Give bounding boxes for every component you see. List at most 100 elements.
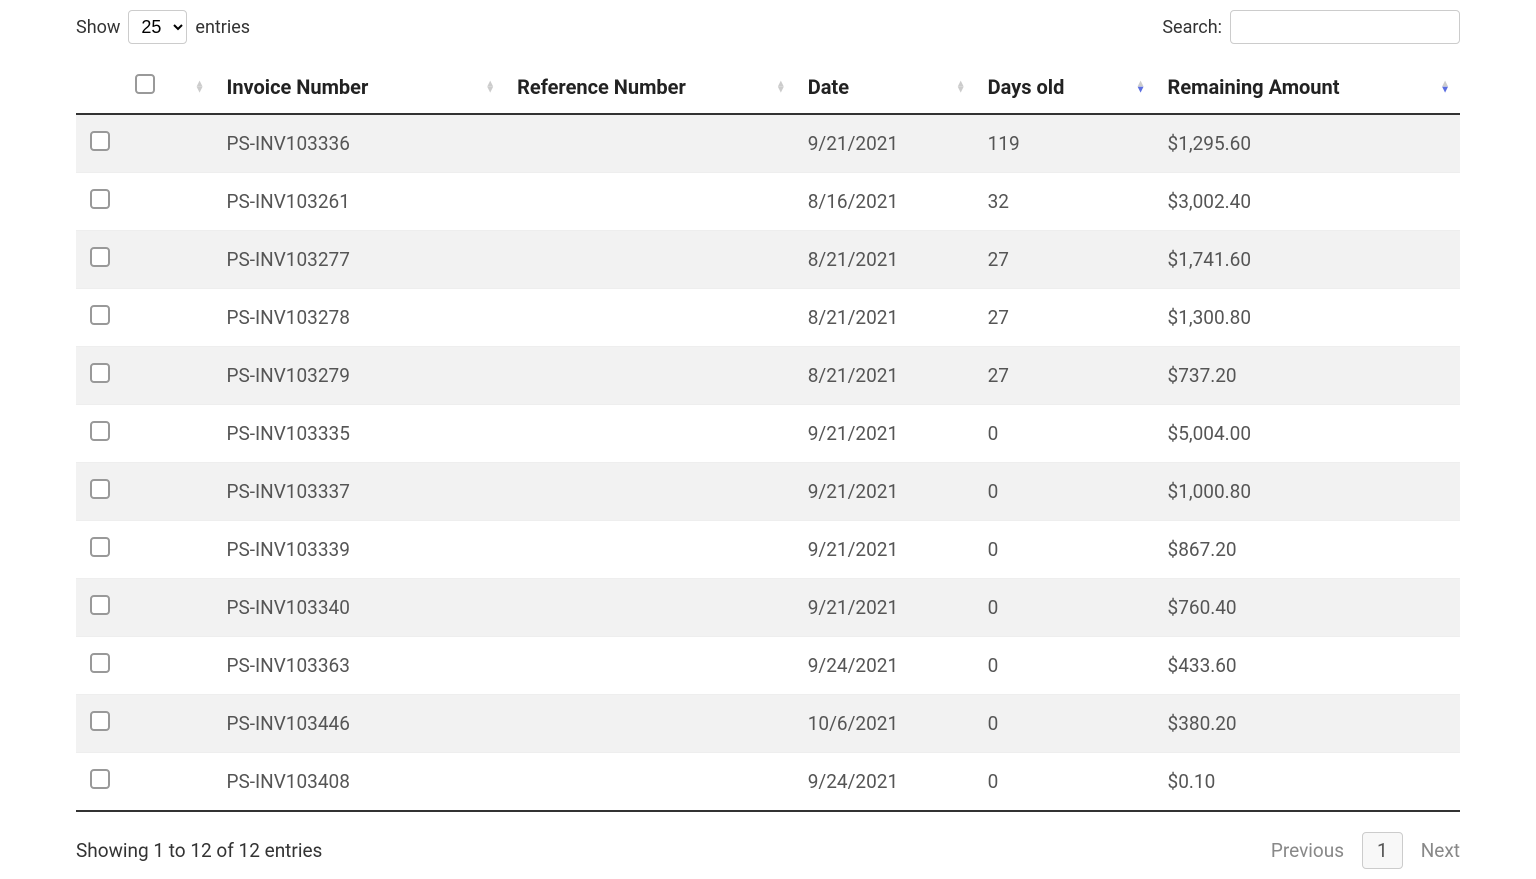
cell-reference-number	[505, 231, 796, 289]
table-row: PS-INV103337 9/21/20210$1,000.80	[76, 463, 1460, 521]
cell-reference-number	[505, 579, 796, 637]
length-control: Show 25 entries	[76, 10, 250, 44]
table-footer: Showing 1 to 12 of 12 entries Previous 1…	[76, 832, 1460, 869]
row-select-cell	[76, 579, 214, 637]
cell-remaining-amount: $1,300.80	[1156, 289, 1460, 347]
row-select-cell	[76, 347, 214, 405]
cell-days-old: 27	[976, 231, 1156, 289]
table-row: PS-INV103336 9/21/2021119$1,295.60	[76, 114, 1460, 173]
table-info: Showing 1 to 12 of 12 entries	[76, 839, 322, 862]
row-select-checkbox[interactable]	[90, 131, 110, 151]
column-remaining-amount[interactable]: Remaining Amount ▲▼	[1156, 60, 1460, 114]
row-select-cell	[76, 753, 214, 812]
row-select-cell	[76, 405, 214, 463]
page-size-select[interactable]: 25	[128, 10, 187, 44]
cell-invoice-number: PS-INV103337	[214, 463, 505, 521]
column-reference-number[interactable]: Reference Number ▲▼	[505, 60, 796, 114]
cell-remaining-amount: $0.10	[1156, 753, 1460, 812]
cell-reference-number	[505, 114, 796, 173]
cell-invoice-number: PS-INV103363	[214, 637, 505, 695]
table-header-row: ▲▼ Invoice Number ▲▼ Reference Number ▲▼…	[76, 60, 1460, 114]
cell-date: 8/21/2021	[796, 231, 976, 289]
table-row: PS-INV1033639/24/20210$433.60	[76, 637, 1460, 695]
cell-date: 9/21/2021	[796, 521, 976, 579]
row-select-checkbox[interactable]	[90, 595, 110, 615]
cell-days-old: 0	[976, 579, 1156, 637]
cell-invoice-number: PS-INV103408	[214, 753, 505, 812]
cell-reference-number	[505, 463, 796, 521]
table-controls: Show 25 entries Search:	[76, 10, 1460, 44]
table-row: PS-INV103335 9/21/20210$5,004.00	[76, 405, 1460, 463]
cell-date: 9/21/2021	[796, 463, 976, 521]
pagination: Previous 1 Next	[1271, 832, 1460, 869]
cell-date: 9/21/2021	[796, 114, 976, 173]
row-select-cell	[76, 114, 214, 173]
table-row: PS-INV1033409/21/20210$760.40	[76, 579, 1460, 637]
cell-invoice-number: PS-INV103278	[214, 289, 505, 347]
table-row: PS-INV1032798/21/202127$737.20	[76, 347, 1460, 405]
row-select-checkbox[interactable]	[90, 305, 110, 325]
cell-reference-number	[505, 695, 796, 753]
cell-date: 8/16/2021	[796, 173, 976, 231]
column-select-all: ▲▼	[76, 60, 214, 114]
cell-days-old: 0	[976, 405, 1156, 463]
cell-invoice-number: PS-INV103261	[214, 173, 505, 231]
row-select-checkbox[interactable]	[90, 363, 110, 383]
next-button[interactable]: Next	[1421, 839, 1460, 862]
page-number-current[interactable]: 1	[1362, 832, 1403, 869]
cell-remaining-amount: $380.20	[1156, 695, 1460, 753]
cell-reference-number	[505, 405, 796, 463]
sort-icon: ▲▼	[956, 81, 966, 92]
cell-days-old: 0	[976, 695, 1156, 753]
row-select-cell	[76, 521, 214, 579]
cell-days-old: 0	[976, 463, 1156, 521]
cell-remaining-amount: $1,000.80	[1156, 463, 1460, 521]
cell-invoice-number: PS-INV103335	[214, 405, 505, 463]
cell-remaining-amount: $3,002.40	[1156, 173, 1460, 231]
sort-icon: ▲▼	[485, 81, 495, 92]
cell-reference-number	[505, 521, 796, 579]
cell-remaining-amount: $737.20	[1156, 347, 1460, 405]
cell-reference-number	[505, 637, 796, 695]
previous-button[interactable]: Previous	[1271, 839, 1344, 862]
cell-reference-number	[505, 347, 796, 405]
row-select-checkbox[interactable]	[90, 247, 110, 267]
table-row: PS-INV10344610/6/20210$380.20	[76, 695, 1460, 753]
cell-date: 9/21/2021	[796, 405, 976, 463]
cell-remaining-amount: $5,004.00	[1156, 405, 1460, 463]
entries-label: entries	[195, 17, 250, 38]
column-days-old[interactable]: Days old ▲▼	[976, 60, 1156, 114]
row-select-checkbox[interactable]	[90, 479, 110, 499]
cell-remaining-amount: $1,295.60	[1156, 114, 1460, 173]
table-row: PS-INV1032778/21/202127$1,741.60	[76, 231, 1460, 289]
cell-days-old: 27	[976, 347, 1156, 405]
cell-invoice-number: PS-INV103446	[214, 695, 505, 753]
sort-icon: ▲▼	[1440, 81, 1450, 92]
cell-days-old: 0	[976, 753, 1156, 812]
row-select-checkbox[interactable]	[90, 711, 110, 731]
row-select-checkbox[interactable]	[90, 769, 110, 789]
cell-reference-number	[505, 173, 796, 231]
cell-invoice-number: PS-INV103336	[214, 114, 505, 173]
cell-days-old: 119	[976, 114, 1156, 173]
search-input[interactable]	[1230, 10, 1460, 44]
row-select-cell	[76, 695, 214, 753]
select-all-checkbox[interactable]	[135, 74, 155, 94]
cell-invoice-number: PS-INV103279	[214, 347, 505, 405]
row-select-checkbox[interactable]	[90, 537, 110, 557]
row-select-checkbox[interactable]	[90, 421, 110, 441]
row-select-checkbox[interactable]	[90, 189, 110, 209]
cell-reference-number	[505, 289, 796, 347]
column-date[interactable]: Date ▲▼	[796, 60, 976, 114]
row-select-cell	[76, 173, 214, 231]
table-row: PS-INV1032618/16/202132$3,002.40	[76, 173, 1460, 231]
sort-icon: ▲▼	[195, 81, 205, 92]
search-control: Search:	[1162, 10, 1460, 44]
cell-invoice-number: PS-INV103340	[214, 579, 505, 637]
column-invoice-number[interactable]: Invoice Number ▲▼	[214, 60, 505, 114]
row-select-checkbox[interactable]	[90, 653, 110, 673]
row-select-cell	[76, 463, 214, 521]
cell-days-old: 27	[976, 289, 1156, 347]
cell-days-old: 0	[976, 521, 1156, 579]
row-select-cell	[76, 289, 214, 347]
